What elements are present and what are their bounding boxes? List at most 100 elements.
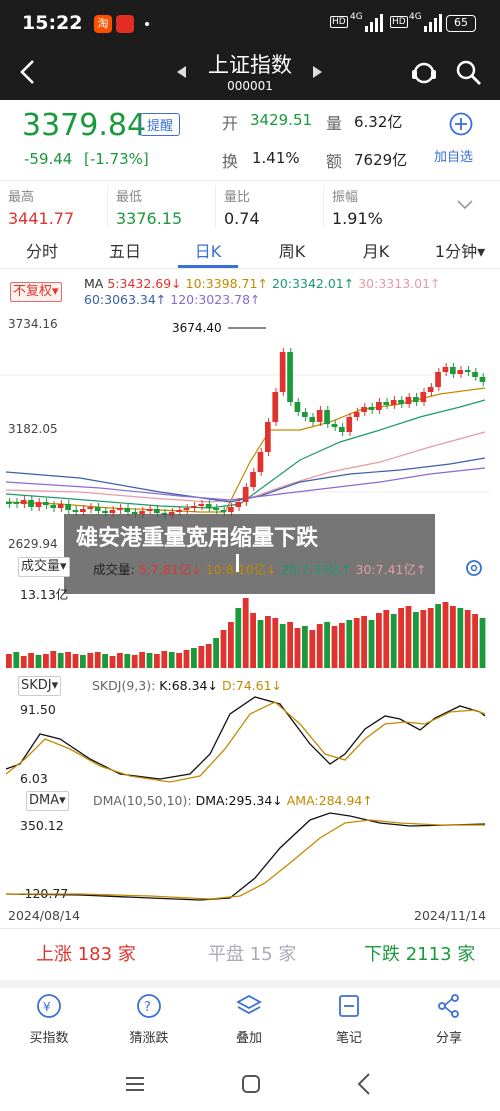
volume-bar — [176, 653, 182, 668]
volume-bar — [457, 608, 464, 668]
volume-bar — [228, 622, 234, 668]
flat-value: 15 — [249, 944, 273, 965]
overlay-text: 雄安港重量宽用缩量下跌 — [76, 526, 319, 551]
overlay-compare-button[interactable]: 叠加 — [214, 993, 284, 1046]
volume-bar — [80, 655, 86, 668]
candle — [146, 509, 153, 511]
tab-five-day[interactable]: 五日 — [95, 238, 155, 266]
candle — [213, 508, 219, 510]
divider — [0, 980, 500, 988]
volume-bar — [13, 652, 20, 668]
volume-bar — [198, 646, 205, 668]
ma5-value: 5:3432.69↓ — [107, 276, 182, 291]
back-icon[interactable] — [18, 59, 38, 85]
skdj-select[interactable]: SKDJ▾ — [18, 676, 62, 696]
overlay-banner[interactable]: 雄安港重量宽用缩量下跌 — [64, 514, 435, 594]
buy-index-button[interactable]: ¥ 买指数 — [14, 993, 84, 1046]
stock-code: 000001 — [227, 79, 273, 93]
tab-intraday[interactable]: 分时 — [12, 238, 72, 266]
volume-select[interactable]: 成交量▾ — [18, 557, 70, 577]
stat-label: 最低 — [116, 190, 143, 205]
system-nav-bar — [0, 1055, 500, 1111]
svg-text:¥: ¥ — [43, 1000, 51, 1014]
kline-y-max: 3734.16 — [8, 317, 58, 331]
kline-y-mid: 3182.05 — [8, 422, 58, 436]
candle — [117, 508, 123, 510]
customer-service-icon[interactable] — [410, 59, 438, 87]
skdj-legend: SKDJ(9,3): K:68.34↓ D:74.61↓ — [92, 678, 282, 693]
tab-daily-k[interactable]: 日K — [178, 238, 238, 266]
next-stock-icon[interactable] — [312, 66, 322, 78]
signal-icon-1 — [365, 14, 383, 32]
tab-weekly-k[interactable]: 周K — [262, 238, 322, 266]
notes-icon — [339, 995, 359, 1017]
volume-legend: 成交量: 5:7.81亿↓ 10:8.10亿↓ 20:7.33亿↑ 30:7.4… — [93, 559, 426, 578]
volume-bar — [235, 608, 242, 668]
guess-button[interactable]: ? 猜涨跌 — [114, 993, 184, 1046]
candle — [457, 370, 464, 374]
volume-chart[interactable] — [0, 598, 500, 670]
volume-bar — [35, 655, 42, 668]
candle — [383, 402, 390, 405]
adjust-select[interactable]: 不复权▾ — [10, 282, 62, 302]
dma-chart[interactable] — [0, 808, 500, 908]
volume-bar — [168, 652, 175, 668]
skdj-d-value: D:74.61↓ — [221, 678, 283, 693]
volume-bar — [43, 654, 49, 668]
candle — [361, 407, 367, 412]
ma-label: MA — [84, 276, 104, 291]
candle — [420, 392, 427, 402]
volume-bar — [479, 618, 486, 668]
volume-bar — [117, 653, 123, 668]
candle — [316, 410, 323, 422]
recent-apps-icon[interactable] — [124, 1075, 146, 1093]
candle — [35, 502, 42, 507]
search-icon[interactable] — [455, 59, 483, 87]
stat-volume-ratio: 量比 0.74 — [224, 186, 324, 228]
add-watch-icon[interactable] — [449, 112, 473, 136]
expand-chevron-icon[interactable] — [457, 200, 473, 210]
candle — [324, 410, 330, 424]
volume-bar — [124, 654, 131, 668]
battery-icon: 65 — [446, 15, 476, 32]
tab-one-minute[interactable]: 1分钟▾ — [425, 238, 495, 266]
stats-row: 最高 3441.77 最低 3376.15 量比 0.74 振幅 1.91% — [0, 186, 500, 232]
candle — [191, 506, 197, 508]
volume-label: 成交量: — [93, 562, 135, 577]
volume-bar — [442, 602, 449, 668]
open-value: 3429.51 — [250, 111, 313, 129]
advance-count: 上涨 183 家 — [36, 940, 136, 966]
pinduoduo-icon — [116, 15, 134, 33]
skdj-k-line — [5, 696, 486, 780]
candle — [235, 502, 242, 507]
volume-bar — [464, 610, 471, 668]
decline-count: 下跌 2113 家 — [364, 940, 475, 966]
ma30-value: 30:3313.01↑ — [358, 276, 441, 291]
candle — [398, 400, 404, 404]
candle — [65, 504, 71, 510]
share-button[interactable]: 分享 — [414, 993, 484, 1046]
candle — [228, 507, 234, 512]
notes-button[interactable]: 笔记 — [314, 993, 384, 1046]
skdj-chart[interactable] — [0, 694, 500, 786]
tab-monthly-k[interactable]: 月K — [346, 238, 406, 266]
add-watch-label[interactable]: 加自选 — [434, 146, 473, 165]
remind-button[interactable]: 提醒 — [140, 113, 181, 136]
volume-bar — [405, 606, 412, 668]
volume-bar — [28, 653, 34, 668]
volume-bar — [346, 620, 353, 668]
nav-bar: 上证指数 000001 — [0, 46, 500, 100]
vol5-value: 5:7.81亿↓ — [138, 562, 202, 577]
stat-label: 量比 — [224, 190, 251, 205]
system-back-icon[interactable] — [356, 1072, 372, 1096]
volume-bar — [154, 654, 160, 668]
candle — [265, 422, 271, 452]
candle — [479, 377, 486, 382]
prev-stock-icon[interactable] — [177, 66, 187, 78]
dma-value: DMA:295.34↓ — [195, 793, 283, 808]
settings-gear-icon[interactable] — [463, 557, 485, 579]
home-icon[interactable] — [240, 1073, 262, 1095]
battery-level: 65 — [454, 16, 468, 29]
dma-line — [5, 812, 486, 901]
stat-high: 最高 3441.77 — [8, 186, 108, 228]
